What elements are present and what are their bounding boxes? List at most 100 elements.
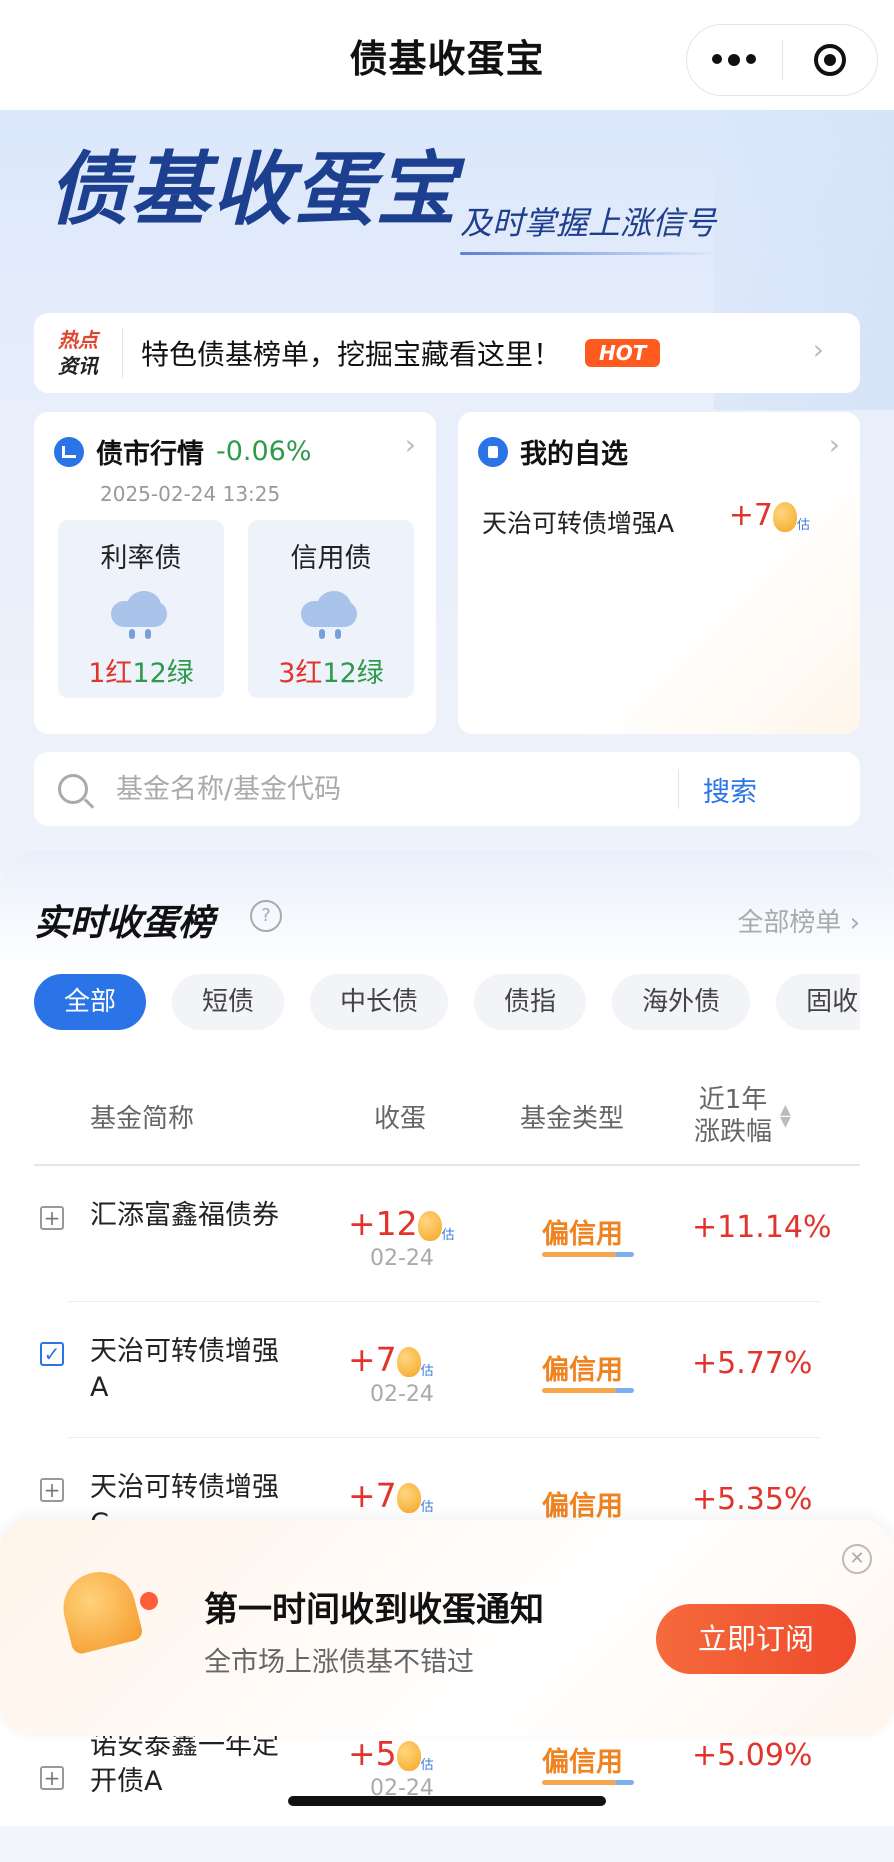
fund-name: 诺安泰鑫一年定开债A xyxy=(90,1730,279,1797)
rain-cloud-icon xyxy=(111,587,171,643)
brand-slogan: 及时掌握上涨信号 xyxy=(460,204,717,242)
tab-bond-index[interactable]: 债指 xyxy=(474,974,587,1030)
watchlist-fund-name[interactable]: 天治可转债增强A xyxy=(482,504,674,540)
egg-value: +5 估 xyxy=(348,1734,434,1773)
hot-badge: HOT xyxy=(585,339,661,367)
col-fund-type: 基金类型 xyxy=(520,1103,625,1134)
col-year-change[interactable]: 近1年 涨跌幅 ▲ ▼ xyxy=(694,1068,791,1164)
col-fund-name: 基金简称 xyxy=(90,1103,195,1134)
egg-icon xyxy=(396,1482,421,1513)
estimate-tag: 估 xyxy=(420,1364,434,1379)
news-tag-bottom: 资讯 xyxy=(58,354,98,378)
watchlist-checked-checkbox[interactable]: ✓ xyxy=(40,1342,64,1366)
egg-icon xyxy=(772,501,797,532)
fund-type: 偏信用 xyxy=(542,1219,623,1250)
all-rankings-link[interactable]: 全部榜单 › xyxy=(737,902,860,939)
add-watchlist-checkbox[interactable]: + xyxy=(40,1478,64,1502)
brand-logo: 债基收蛋宝 xyxy=(48,143,458,236)
red-count: 1红 xyxy=(88,658,133,689)
egg-icon xyxy=(396,1346,421,1377)
table-header: 基金简称 收蛋 基金类型 近1年 涨跌幅 ▲ ▼ xyxy=(34,1068,860,1166)
fund-type-bar xyxy=(542,1252,634,1257)
bond-stat: 1红12绿 xyxy=(58,651,224,690)
estimate-tag: 估 xyxy=(420,1500,434,1515)
table-row[interactable]: + 汇添富鑫福债券 +12 估 02-24 偏信用 +11.14% xyxy=(34,1166,860,1302)
bond-name: 利率债 xyxy=(100,543,182,574)
market-time: 2025-02-24 13:25 xyxy=(100,482,281,506)
news-text: 特色债基榜单，挖掘宝藏看这里！ xyxy=(141,338,562,371)
more-dots-icon xyxy=(712,54,757,66)
estimate-tag: 估 xyxy=(441,1228,455,1243)
search-button[interactable]: 搜索 xyxy=(703,770,757,809)
bookmark-icon xyxy=(478,436,508,467)
my-watchlist-card[interactable]: 我的自选 › 天治可转债增强A +7 估 xyxy=(458,412,860,734)
news-tag-top: 热点 xyxy=(58,328,98,352)
egg-date: 02-24 xyxy=(370,1246,434,1271)
egg-count: +5 xyxy=(348,1734,397,1773)
estimate-tag: 估 xyxy=(420,1758,434,1773)
chevron-right-icon: › xyxy=(812,333,824,366)
tab-overseas-bond[interactable]: 海外债 xyxy=(612,974,751,1030)
home-indicator xyxy=(288,1796,606,1806)
fund-type-bar xyxy=(542,1780,634,1785)
all-rankings-label: 全部榜单 xyxy=(737,908,842,938)
year-change: +5.09% xyxy=(692,1738,813,1773)
egg-icon xyxy=(417,1210,442,1241)
more-button[interactable] xyxy=(687,25,782,95)
news-banner[interactable]: 热点 资讯 特色债基榜单，挖掘宝藏看这里！ HOT › xyxy=(34,313,860,393)
category-tabs: 全部短债中长债债指海外债固收+ xyxy=(34,974,860,1034)
search-input[interactable] xyxy=(114,772,658,806)
year-change: +5.77% xyxy=(692,1346,813,1381)
close-miniapp-button[interactable] xyxy=(783,25,878,95)
market-title: 债市行情 xyxy=(96,439,204,470)
popup-subtitle: 全市场上涨债基不错过 xyxy=(204,1647,474,1678)
tab-mid-long-bond[interactable]: 中长债 xyxy=(310,974,449,1030)
target-icon xyxy=(813,44,846,76)
egg-count: +12 xyxy=(348,1204,418,1243)
bell-icon xyxy=(54,1562,158,1662)
chart-icon xyxy=(54,436,84,467)
close-icon[interactable]: ✕ xyxy=(842,1544,872,1574)
subscribe-button[interactable]: 立即订阅 xyxy=(656,1604,856,1674)
market-header: 债市行情 -0.06% xyxy=(54,432,312,471)
add-watchlist-checkbox[interactable]: + xyxy=(40,1206,64,1230)
credit-bond-box[interactable]: 信用债 3红12绿 xyxy=(248,520,414,698)
egg-value: +7 估 xyxy=(348,1476,434,1515)
rank-title: 实时收蛋榜 xyxy=(34,903,215,944)
fund-type: 偏信用 xyxy=(542,1355,623,1386)
add-watchlist-checkbox[interactable]: + xyxy=(40,1766,64,1790)
chevron-right-icon: › xyxy=(404,428,416,461)
bond-market-card[interactable]: 债市行情 -0.06% › 2025-02-24 13:25 利率债 1红12绿… xyxy=(34,412,436,734)
watchlist-egg-value: +7 估 xyxy=(729,498,810,533)
slogan-underline xyxy=(460,252,720,255)
egg-value: +7 估 xyxy=(348,1340,434,1379)
green-count: 12绿 xyxy=(132,658,194,689)
nav-bar: 债基收蛋宝 xyxy=(0,0,894,110)
tab-all[interactable]: 全部 xyxy=(34,974,147,1030)
tab-fixed-income-plus[interactable]: 固收+ xyxy=(776,974,860,1030)
fund-type: 偏信用 xyxy=(542,1747,623,1778)
bond-name: 信用债 xyxy=(290,543,372,574)
tab-short-bond[interactable]: 短债 xyxy=(172,974,285,1030)
col-eggs: 收蛋 xyxy=(374,1103,427,1134)
egg-count: +7 xyxy=(728,498,773,533)
year-change: +11.14% xyxy=(692,1210,832,1245)
year-change: +5.35% xyxy=(692,1482,813,1517)
rate-bond-box[interactable]: 利率债 1红12绿 xyxy=(58,520,224,698)
fund-name: 汇添富鑫福债券 xyxy=(90,1200,279,1231)
red-count: 3红 xyxy=(278,658,323,689)
egg-icon xyxy=(396,1740,421,1771)
page-title: 债基收蛋宝 xyxy=(349,36,545,81)
table-row[interactable]: ✓ 天治可转债增强A +7 估 02-24 偏信用 +5.77% xyxy=(34,1302,860,1438)
mini-program-capsule xyxy=(686,24,878,96)
table-row[interactable]: + 诺安泰鑫一年定开债A +5 估 02-24 偏信用 +5.09% xyxy=(34,1726,860,1862)
egg-value: +12 估 xyxy=(348,1204,455,1243)
green-count: 12绿 xyxy=(322,658,384,689)
estimate-tag: 估 xyxy=(796,518,810,533)
watchlist-header: 我的自选 xyxy=(478,432,628,471)
help-icon[interactable]: ? xyxy=(250,900,282,932)
egg-count: +7 xyxy=(348,1476,397,1515)
egg-date: 02-24 xyxy=(370,1382,434,1407)
bond-stat: 3红12绿 xyxy=(248,651,414,690)
search-icon xyxy=(58,774,88,804)
